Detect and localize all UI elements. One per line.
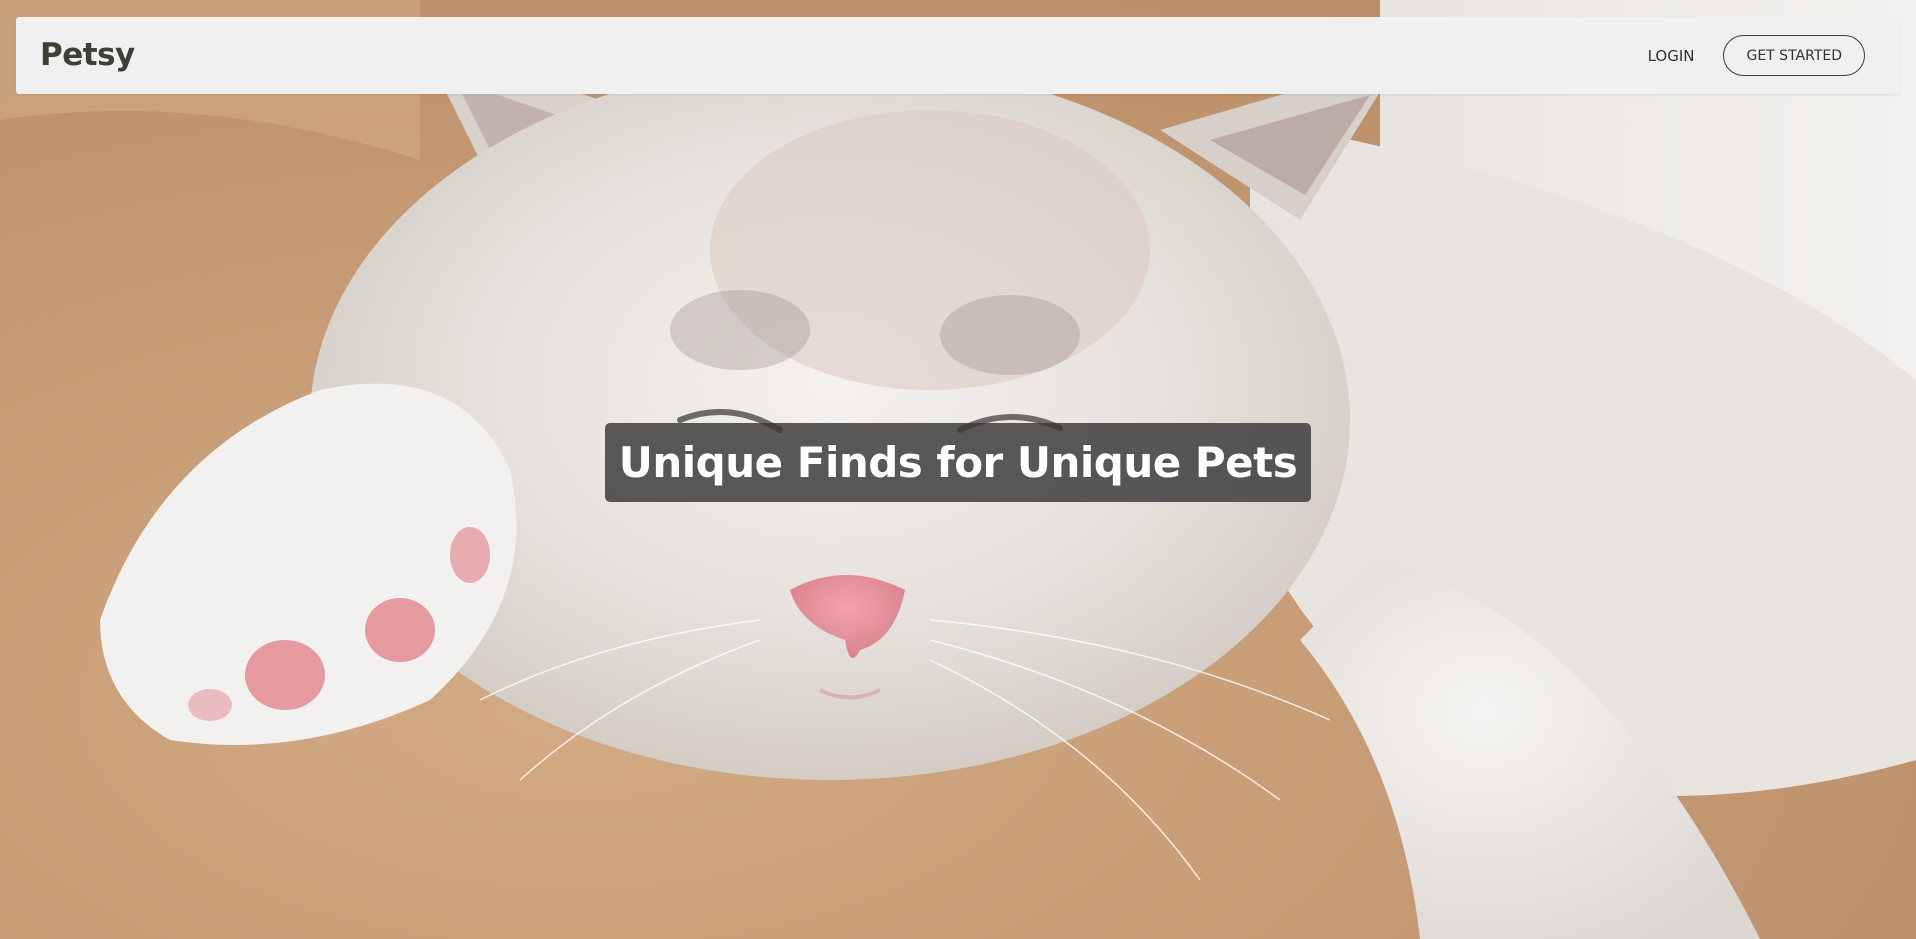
login-link[interactable]: LOGIN <box>1648 47 1695 65</box>
hero-title-box: Unique Finds for Unique Pets <box>605 423 1311 502</box>
landing-page: Petsy LOGIN GET STARTED Unique Finds for… <box>0 0 1916 939</box>
top-navbar: Petsy LOGIN GET STARTED <box>16 17 1900 94</box>
brand-logo[interactable]: Petsy <box>40 17 135 94</box>
nav-actions: LOGIN GET STARTED <box>1648 17 1865 94</box>
get-started-button[interactable]: GET STARTED <box>1723 35 1865 76</box>
hero-title: Unique Finds for Unique Pets <box>618 438 1298 487</box>
